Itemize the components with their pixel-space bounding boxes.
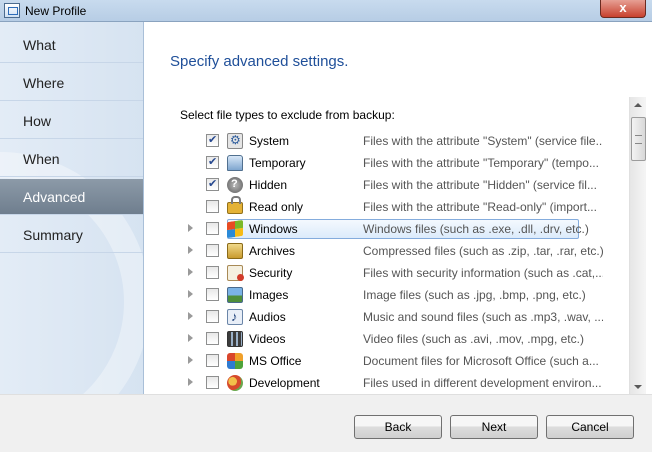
file-type-description: Image files (such as .jpg, .bmp, .png, e…: [363, 288, 586, 302]
exclude-checkbox[interactable]: [206, 354, 219, 367]
file-type-list: System Files with the attribute "System" …: [180, 130, 631, 398]
next-button[interactable]: Next: [450, 415, 538, 439]
file-type-name: MS Office: [249, 354, 302, 368]
exclude-checkbox[interactable]: [206, 222, 219, 235]
exclude-checkbox[interactable]: [206, 288, 219, 301]
expand-arrow-icon[interactable]: [188, 290, 193, 298]
file-type-row[interactable]: Images Image files (such as .jpg, .bmp, .…: [180, 284, 631, 306]
file-type-row[interactable]: Audios Music and sound files (such as .mp…: [180, 306, 631, 328]
file-type-row[interactable]: Read only Files with the attribute "Read-…: [180, 196, 631, 218]
file-type-row[interactable]: Hidden Files with the attribute "Hidden" …: [180, 174, 631, 196]
image-icon: [227, 287, 243, 303]
lock-icon: [227, 196, 243, 214]
film-strip-icon: [227, 331, 243, 347]
nav-item-when[interactable]: When: [0, 141, 143, 177]
expand-arrow-icon[interactable]: [188, 334, 193, 342]
exclude-checkbox[interactable]: [206, 244, 219, 257]
file-type-name: Videos: [249, 332, 286, 346]
file-type-description: Video files (such as .avi, .mov, .mpg, e…: [363, 332, 584, 346]
title-bar: New Profile x: [0, 0, 652, 22]
page-title: Specify advanced settings.: [170, 53, 349, 70]
expand-arrow-icon[interactable]: [188, 378, 193, 386]
app-icon: [4, 3, 20, 18]
nav-item-where[interactable]: Where: [0, 65, 143, 101]
scroll-up-arrow-icon[interactable]: [630, 97, 647, 114]
vertical-scrollbar[interactable]: [629, 97, 646, 396]
file-type-row[interactable]: Temporary Files with the attribute "Tempo…: [180, 152, 631, 174]
hidden-file-icon: [227, 177, 243, 193]
window-title: New Profile: [25, 4, 87, 18]
file-type-name: Hidden: [249, 178, 288, 192]
file-type-description: Files with the attribute "Hidden" (servi…: [363, 178, 597, 192]
exclude-checkbox[interactable]: [206, 266, 219, 279]
file-type-description: Files with the attribute "Read-only" (im…: [363, 200, 597, 214]
exclude-checkbox[interactable]: [206, 376, 219, 389]
wizard-nav: What Where How When Advanced Summary: [0, 22, 144, 394]
file-type-description: Compressed files (such as .zip, .tar, .r…: [363, 244, 603, 258]
file-type-row[interactable]: Security Files with security information …: [180, 262, 631, 284]
file-type-name: Temporary: [249, 156, 306, 170]
expand-arrow-icon[interactable]: [188, 312, 193, 320]
ms-office-icon: [227, 353, 243, 369]
exclude-checkbox[interactable]: [206, 332, 219, 345]
close-button[interactable]: x: [600, 0, 646, 18]
windows-logo-icon: [227, 219, 243, 239]
file-type-name: Security: [249, 266, 293, 280]
music-note-icon: [227, 309, 243, 325]
file-type-row[interactable]: Archives Compressed files (such as .zip, …: [180, 240, 631, 262]
file-type-row[interactable]: MS Office Document files for Microsoft Of…: [180, 350, 631, 372]
file-type-name: Read only: [249, 200, 304, 214]
expand-arrow-icon[interactable]: [188, 268, 193, 276]
certificate-icon: [227, 265, 244, 281]
file-type-description: Music and sound files (such as .mp3, .wa…: [363, 310, 603, 324]
exclude-checkbox[interactable]: [206, 133, 219, 147]
development-icon: [227, 375, 243, 391]
nav-item-how[interactable]: How: [0, 103, 143, 139]
file-type-name: Windows: [249, 222, 298, 236]
file-type-name: Images: [249, 288, 289, 302]
exclude-checkbox[interactable]: [206, 310, 219, 323]
file-type-row[interactable]: Videos Video files (such as .avi, .mov, .…: [180, 328, 631, 350]
file-type-description: Windows files (such as .exe, .dll, .drv,…: [363, 222, 589, 236]
file-type-row[interactable]: Development Files used in different devel…: [180, 372, 631, 394]
file-type-row[interactable]: Windows Windows files (such as .exe, .dll…: [180, 218, 631, 240]
system-file-icon: [227, 133, 243, 149]
file-type-description: Files with the attribute "Temporary" (te…: [363, 156, 599, 170]
exclude-checkbox[interactable]: [206, 177, 219, 191]
file-type-description: Document files for Microsoft Office (suc…: [363, 354, 599, 368]
nav-item-summary[interactable]: Summary: [0, 217, 143, 253]
nav-item-what[interactable]: What: [0, 27, 143, 63]
main-panel: Specify advanced settings. Select file t…: [145, 22, 652, 396]
file-type-name: System: [249, 134, 290, 148]
file-type-description: Files used in different development envi…: [363, 376, 602, 390]
file-type-name: Archives: [249, 244, 296, 258]
file-type-name: Development: [249, 376, 320, 390]
exclude-checkbox[interactable]: [206, 155, 219, 169]
file-type-description: Files with security information (such as…: [363, 266, 603, 280]
expand-arrow-icon[interactable]: [188, 246, 193, 254]
wizard-footer: Back Next Cancel: [0, 394, 652, 452]
file-type-description: Files with the attribute "System" (servi…: [363, 134, 603, 148]
expand-arrow-icon[interactable]: [188, 356, 193, 364]
nav-item-advanced[interactable]: Advanced: [0, 179, 143, 215]
temporary-file-icon: [227, 155, 243, 171]
archive-icon: [227, 243, 243, 259]
file-type-row[interactable]: System Files with the attribute "System" …: [180, 130, 631, 152]
cancel-button[interactable]: Cancel: [546, 415, 634, 439]
scrollbar-thumb[interactable]: [631, 117, 646, 161]
back-button[interactable]: Back: [354, 415, 442, 439]
exclude-checkbox[interactable]: [206, 200, 219, 213]
expand-arrow-icon[interactable]: [188, 224, 193, 232]
file-type-name: Audios: [249, 310, 286, 324]
exclude-section-label: Select file types to exclude from backup…: [180, 108, 395, 122]
